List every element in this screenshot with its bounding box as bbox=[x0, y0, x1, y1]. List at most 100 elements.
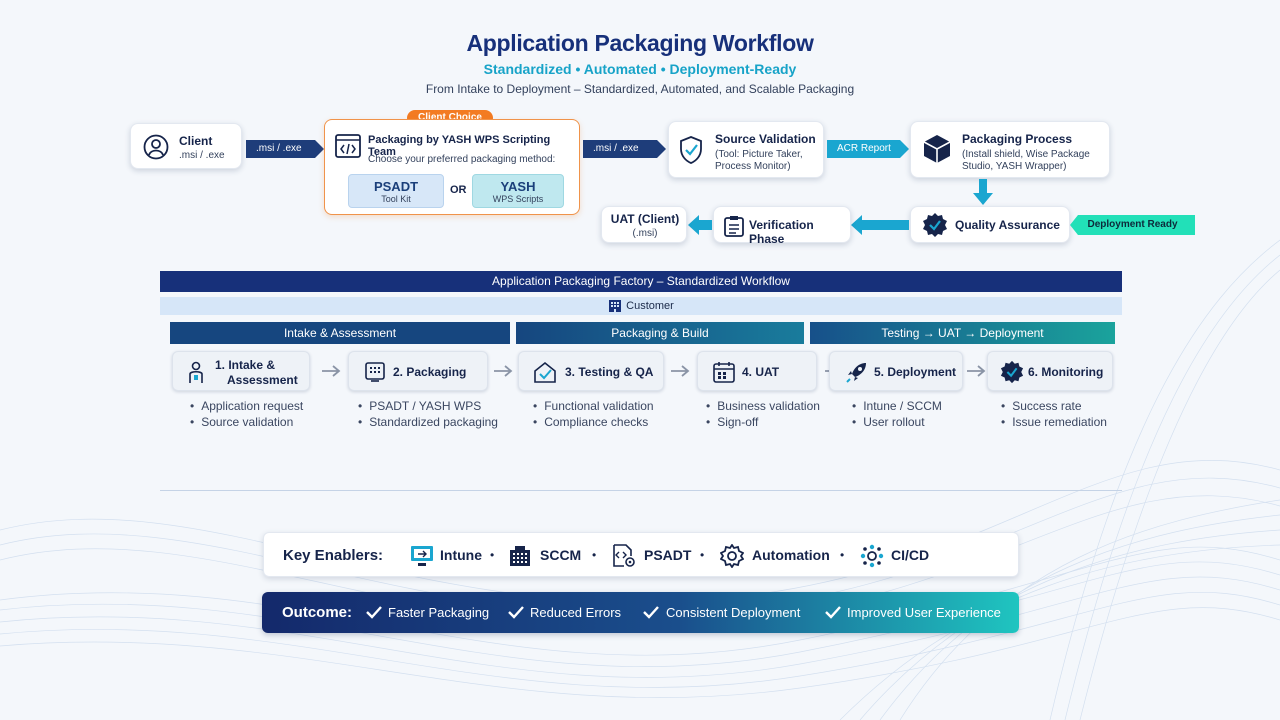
person-badge-icon bbox=[187, 361, 205, 385]
enabler-cicd: CI/CD bbox=[891, 547, 930, 563]
verification-title: Verification Phase bbox=[749, 218, 814, 246]
customer-bar: Customer bbox=[160, 297, 1122, 315]
uat-client-title: UAT (Client) bbox=[610, 212, 680, 226]
page-tagline: From Intake to Deployment – Standardized… bbox=[425, 82, 855, 96]
verification-node: Verification Phase bbox=[713, 206, 851, 246]
monitor-icon bbox=[410, 545, 434, 567]
step-uat[interactable]: 4. UAT bbox=[697, 351, 817, 391]
calendar-icon bbox=[713, 361, 735, 383]
phase-intake: Intake & Assessment bbox=[170, 322, 510, 344]
key-enablers-label: Key Enablers: bbox=[283, 547, 384, 564]
step-monitoring-label: 6. Monitoring bbox=[1028, 365, 1104, 379]
step-arrow-1 bbox=[322, 365, 342, 377]
step-deployment-label: 5. Deployment bbox=[874, 365, 957, 379]
phase-testing: Testing → UAT → Deployment bbox=[810, 322, 1115, 344]
step-packaging-bullets: PSADT / YASH WPS Standardized packaging bbox=[358, 398, 498, 430]
bullet-item: User rollout bbox=[852, 414, 942, 430]
option-psadt-sub: Tool Kit bbox=[381, 194, 411, 204]
arrow-left-to-uat bbox=[688, 215, 712, 235]
step-uat-label: 4. UAT bbox=[742, 365, 780, 379]
page-subtitle: Standardized • Automated • Deployment-Re… bbox=[483, 61, 797, 77]
step-testing-bullets: Functional validation Compliance checks bbox=[533, 398, 654, 430]
key-enablers-panel: Key Enablers: Intune • SCCM • PSADT • Au… bbox=[263, 532, 1019, 577]
packaging-sub: Choose your preferred packaging method: bbox=[368, 154, 556, 165]
quality-assurance-title: Quality Assurance bbox=[955, 218, 1060, 232]
arrow-packaging-to-validation: .msi / .exe bbox=[583, 140, 666, 158]
bullet-item: Functional validation bbox=[533, 398, 653, 414]
separator-dot: • bbox=[840, 548, 845, 562]
bullet-item: Issue remediation bbox=[1001, 414, 1107, 430]
bullet-item: Application request bbox=[190, 398, 303, 414]
arrow-left-to-verification bbox=[851, 215, 909, 235]
step-testing[interactable]: 3. Testing & QA bbox=[518, 351, 664, 391]
step-packaging[interactable]: 2. Packaging bbox=[348, 351, 488, 391]
enabler-automation: Automation bbox=[752, 547, 830, 563]
gear-icon bbox=[720, 544, 744, 568]
step-deployment[interactable]: 5. Deployment bbox=[829, 351, 963, 391]
bullet-item: Intune / SCCM bbox=[852, 398, 942, 414]
quality-assurance-node: Quality Assurance bbox=[910, 206, 1070, 243]
bullet-item: PSADT / YASH WPS bbox=[358, 398, 498, 414]
packaging-process-node: Packaging Process (Install shield, Wise … bbox=[910, 121, 1110, 178]
bullet-item: Compliance checks bbox=[533, 414, 654, 430]
step-deployment-bullets: Intune / SCCM User rollout bbox=[852, 398, 942, 430]
house-check-icon bbox=[533, 361, 557, 383]
arrow-acr-report: ACR Report bbox=[827, 140, 909, 158]
phase-packaging: Packaging & Build bbox=[516, 322, 804, 344]
step-monitoring[interactable]: 6. Monitoring bbox=[987, 351, 1113, 391]
document-grid-icon bbox=[365, 362, 385, 382]
page-title: Application Packaging Workflow bbox=[466, 30, 814, 56]
outcome-reduced-errors: Reduced Errors bbox=[530, 605, 622, 620]
separator-dot: • bbox=[700, 548, 705, 562]
outcome-panel: Outcome: Faster Packaging Reduced Errors… bbox=[262, 592, 1019, 633]
check-icon bbox=[508, 605, 524, 619]
clipboard-icon bbox=[724, 215, 744, 237]
check-icon bbox=[643, 605, 659, 619]
bullet-item: Source validation bbox=[190, 414, 303, 430]
bullet-item: Business validation bbox=[706, 398, 820, 414]
step-intake-label2: Assessment bbox=[227, 373, 298, 387]
deployment-ready-tag: Deployment Ready bbox=[1070, 215, 1195, 235]
script-gear-icon bbox=[610, 544, 636, 568]
server-building-icon bbox=[509, 545, 531, 567]
packaging-node: Packaging by YASH WPS Scripting Team Cho… bbox=[324, 119, 580, 215]
step-intake-label1: 1. Intake & bbox=[215, 358, 276, 372]
cicd-network-icon bbox=[860, 544, 884, 568]
customer-label: Customer bbox=[626, 300, 674, 313]
outcome-consistent-deployment: Consistent Deployment bbox=[666, 605, 801, 620]
check-icon bbox=[366, 605, 382, 619]
step-uat-bullets: Business validation Sign-off bbox=[706, 398, 820, 430]
source-validation-sub1: (Tool: Picture Taker, bbox=[715, 149, 803, 160]
uat-client-node: UAT (Client) (.msi) bbox=[601, 206, 687, 243]
separator-dot: • bbox=[490, 548, 495, 562]
code-icon bbox=[335, 134, 361, 158]
badge-check-icon bbox=[922, 212, 948, 238]
option-yash-label: YASH bbox=[500, 179, 536, 194]
option-psadt-label: PSADT bbox=[373, 179, 419, 194]
packaging-process-sub1: (Install shield, Wise Package bbox=[962, 149, 1090, 160]
option-yash[interactable]: YASH WPS Scripts bbox=[472, 174, 564, 208]
separator-dot: • bbox=[592, 548, 597, 562]
packaging-process-title: Packaging Process bbox=[962, 132, 1073, 146]
badge-check-icon bbox=[1000, 360, 1024, 384]
source-validation-title: Source Validation bbox=[715, 132, 816, 146]
option-yash-sub: WPS Scripts bbox=[492, 194, 544, 204]
arrow-down-to-qa bbox=[973, 179, 993, 205]
bullet-item: Success rate bbox=[1001, 398, 1107, 414]
step-testing-label: 3. Testing & QA bbox=[565, 365, 654, 379]
outcome-improved-ux: Improved User Experience bbox=[847, 605, 1001, 620]
step-arrow-5 bbox=[967, 365, 987, 377]
package-box-icon bbox=[923, 134, 951, 164]
source-validation-node: Source Validation (Tool: Picture Taker, … bbox=[668, 121, 824, 178]
outcome-faster-packaging: Faster Packaging bbox=[388, 605, 490, 620]
shield-check-icon bbox=[679, 136, 703, 164]
option-psadt[interactable]: PSADT Tool Kit bbox=[348, 174, 444, 208]
building-icon bbox=[608, 299, 622, 313]
step-intake[interactable]: 1. Intake & Assessment bbox=[172, 351, 310, 391]
uat-client-sub: (.msi) bbox=[632, 228, 658, 239]
client-sub: .msi / .exe bbox=[179, 150, 225, 161]
check-icon bbox=[825, 605, 841, 619]
client-title: Client bbox=[179, 134, 213, 148]
bullet-item: Sign-off bbox=[706, 414, 820, 430]
packaging-process-sub2: Studio, YASH Wrapper) bbox=[962, 161, 1067, 172]
